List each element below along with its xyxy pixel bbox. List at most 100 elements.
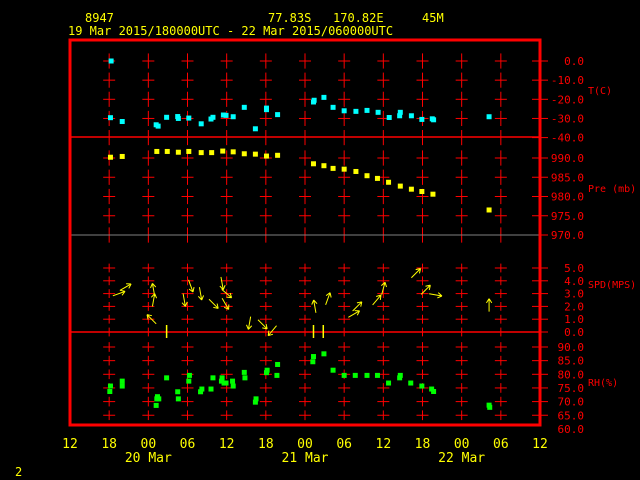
temperature-point [353,108,359,114]
y-tick-label-temperature: -10.0 [551,74,584,87]
pressure-point [419,188,425,194]
temperature-point [275,112,281,118]
y-tick-label-pressure: 975.0 [551,210,584,223]
x-tick-label: 18 [415,437,431,452]
y-tick-label-rh: 90.0 [558,341,585,354]
rh-point [352,372,358,378]
pressure-point [263,153,269,159]
temperature-point [408,113,414,119]
pressure-point [198,150,204,156]
x-tick-label: 00 [454,437,470,452]
temperature-point [223,112,229,118]
temperature-point [397,109,403,115]
pressure-point [275,152,281,158]
rh-point [310,359,316,365]
rh-point [223,380,229,386]
pressure-point [486,207,492,213]
rh-point [175,389,181,395]
pressure-point [164,148,170,154]
rh-point [210,375,216,381]
temperature-point [108,58,114,64]
y-tick-label-rh: 85.0 [558,355,585,368]
wind-vector-arrow [411,268,422,279]
temperature-point [210,114,216,120]
wind-vector-arrow [311,299,318,313]
x-tick-label: 12 [62,437,78,452]
y-tick-label-wind: 1.0 [564,313,584,326]
y-tick-label-rh: 60.0 [558,423,585,436]
y-tick-label-wind: 5.0 [564,262,584,275]
pressure-point [310,161,316,167]
pressure-point [119,153,125,159]
wind-vector-arrow [325,292,332,305]
x-tick-label: 12 [376,437,392,452]
panel-label-rh: RH(%) [588,378,618,389]
x-tick-label: 06 [180,437,196,452]
x-tick-label: 12 [219,437,235,452]
wind-vector-arrow [485,298,493,312]
y-tick-label-temperature: -20.0 [551,93,584,106]
pressure-point [321,163,327,169]
pressure-point [397,183,403,189]
temperature-point [186,115,192,121]
y-tick-label-wind: 4.0 [564,275,584,288]
pressure-point [220,148,226,154]
wind-vector-arrow [119,283,132,291]
rh-point [107,383,113,389]
rh-point [274,372,280,378]
x-tick-label: 06 [493,437,509,452]
pressure-point [107,154,113,160]
y-tick-label-pressure: 970.0 [551,229,584,242]
temperature-point [119,119,125,125]
wind-vector-arrow [372,294,382,306]
x-day-label: 21 Mar [282,451,329,466]
panel-label-temperature: T(C) [588,86,612,97]
wind-vector-arrow [219,276,226,291]
temperature-point [164,114,170,120]
pressure-point [230,149,236,155]
rh-point [408,380,414,386]
pressure-point [374,175,380,181]
wind-vector-arrow [352,301,363,312]
x-tick-label: 18 [101,437,117,452]
y-tick-label-rh: 70.0 [558,396,585,409]
temperature-point [486,114,492,120]
rh-point [107,388,113,394]
rh-point [199,386,205,392]
rh-point [487,404,493,410]
temperature-point [175,115,181,121]
rh-point [397,372,403,378]
y-tick-label-pressure: 985.0 [551,171,584,184]
rh-point [374,372,380,378]
temperature-point [311,97,317,103]
pressure-point [186,148,192,154]
temperature-point [375,109,381,115]
temperature-point [107,115,113,121]
rh-point [230,378,236,384]
panel-label-pressure: Pre (mb) [588,184,636,195]
y-tick-label-wind: 2.0 [564,300,584,313]
y-tick-label-pressure: 990.0 [551,152,584,165]
temperature-point [431,117,437,123]
pressure-point [408,186,414,192]
y-tick-label-temperature: 0.0 [564,55,584,68]
pressure-point [241,151,247,157]
wind-vector-arrow [429,292,443,299]
wind-vector-arrow [197,287,205,301]
temperature-point [364,107,370,113]
y-tick-label-rh: 80.0 [558,368,585,381]
pressure-point [330,165,336,171]
y-tick-label-wind: 0.0 [564,326,584,339]
temperature-point [263,107,269,113]
pressure-point [154,148,160,154]
rh-point [119,378,125,384]
temperature-point [230,114,236,120]
rh-point [175,396,181,402]
temperature-point [341,108,347,114]
rh-point [153,402,159,408]
rh-point [431,388,437,394]
rh-point [208,386,214,392]
x-day-label: 20 Mar [125,451,172,466]
rh-point [119,383,125,389]
rh-point [386,380,392,386]
